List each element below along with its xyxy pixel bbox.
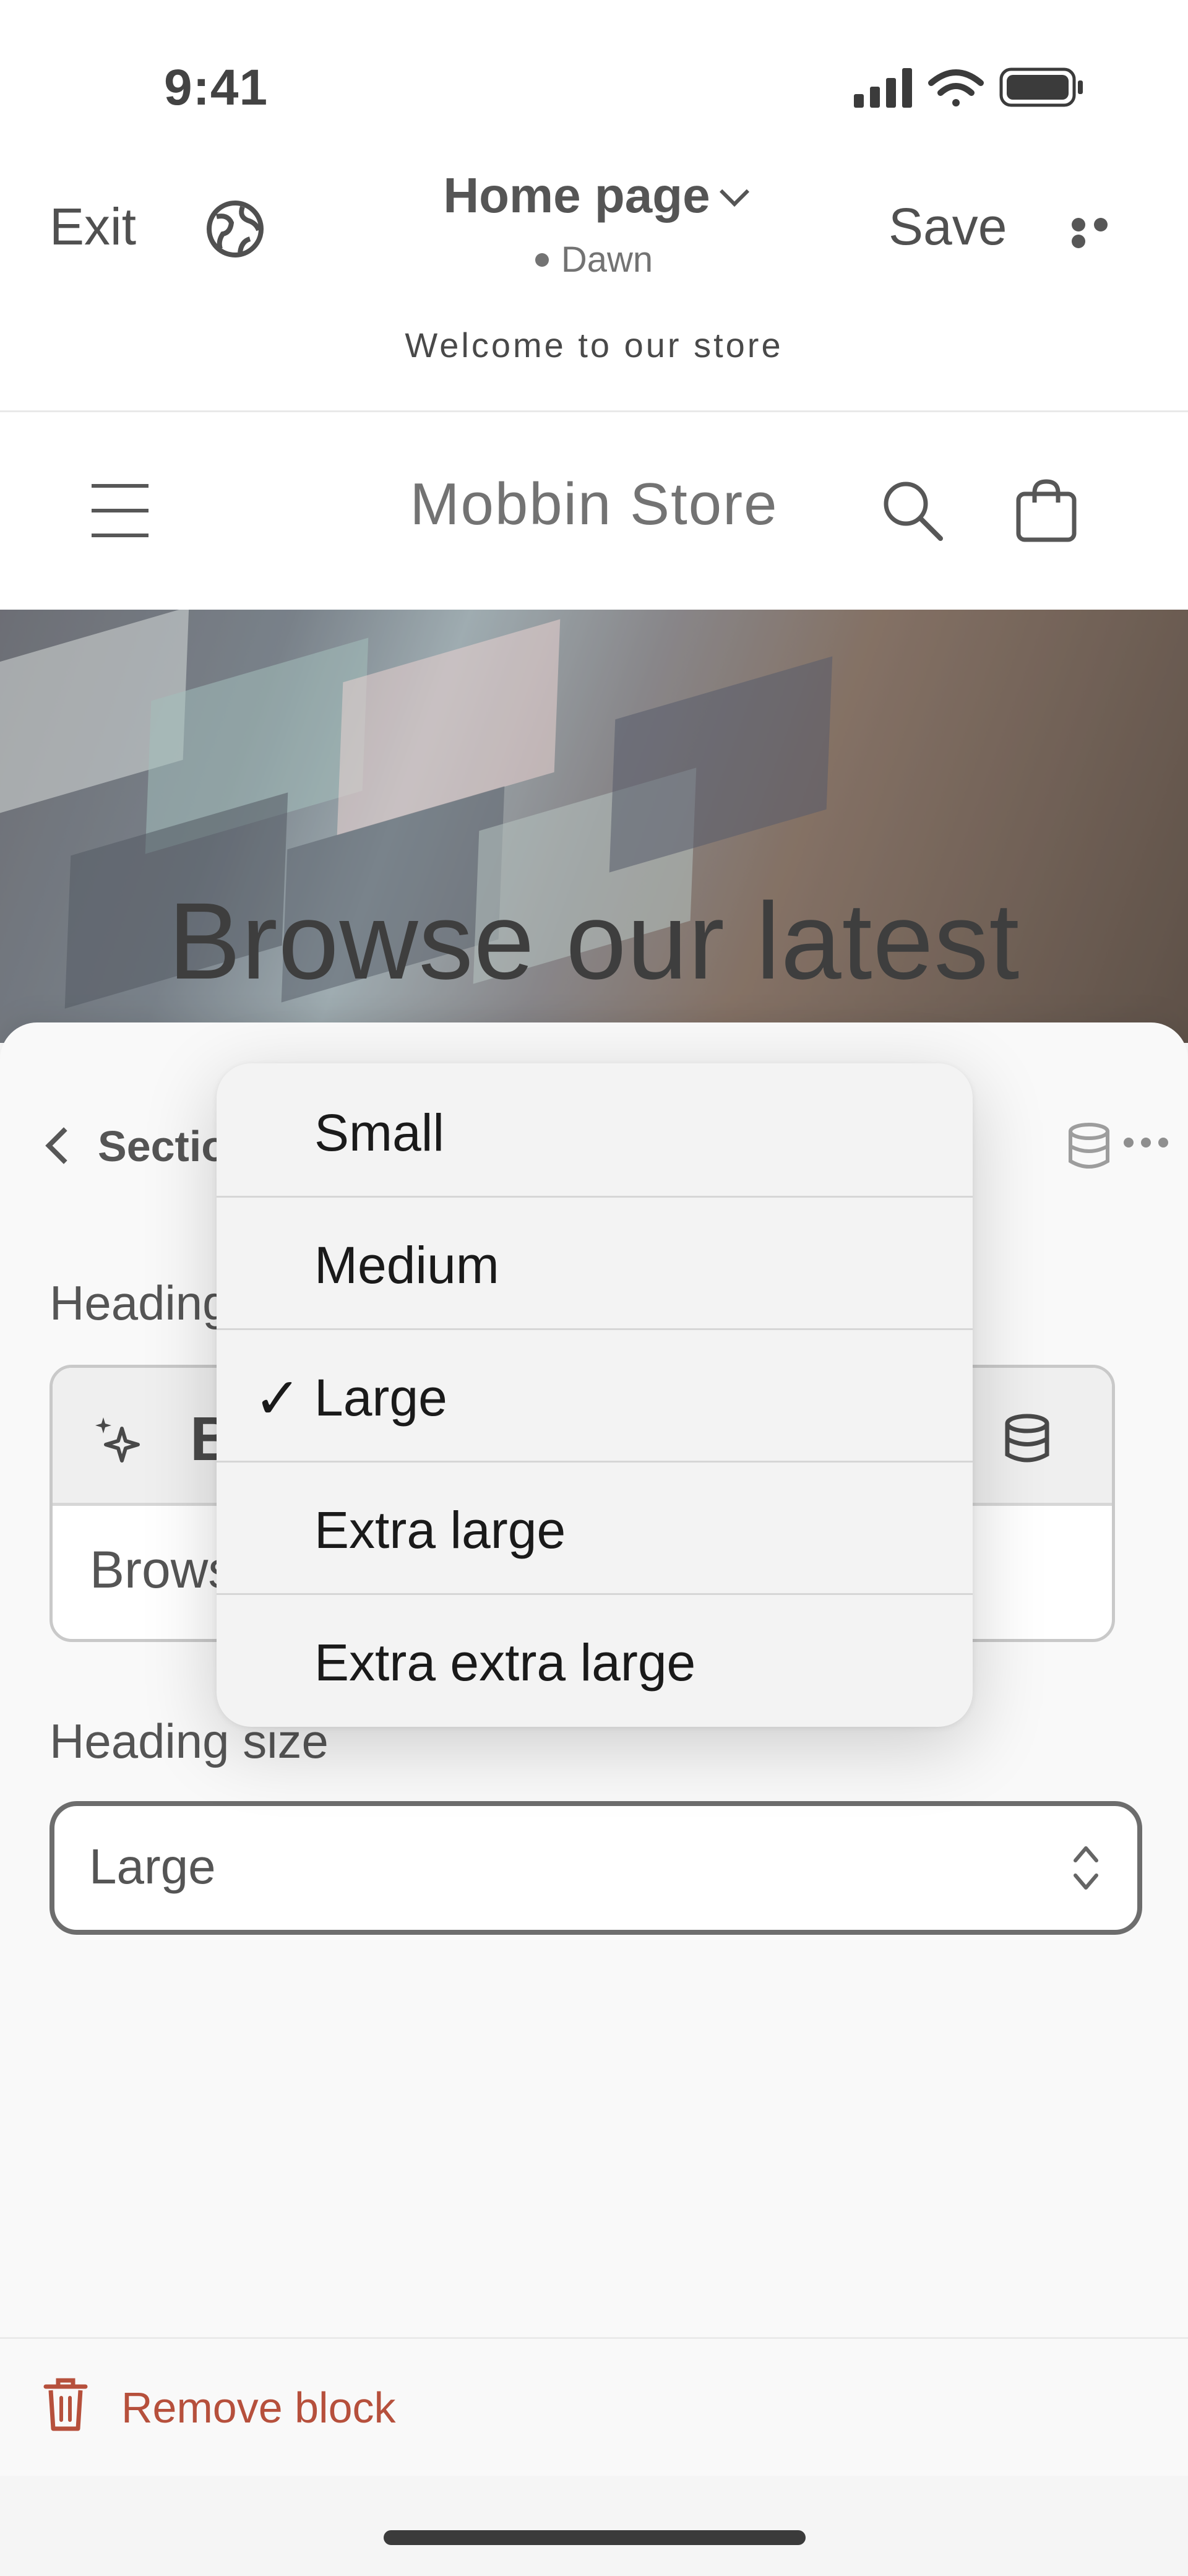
back-to-sections-button[interactable]: Sectio <box>98 1122 228 1171</box>
divider <box>0 410 1188 412</box>
status-icons <box>854 67 1083 108</box>
dynamic-source-icon[interactable] <box>999 1411 1055 1467</box>
globe-icon[interactable] <box>204 198 266 260</box>
menu-option-label: Extra extra large <box>314 1633 696 1692</box>
heading-size-dropdown: Small Medium ✓ Large Extra large Extra e… <box>217 1063 973 1727</box>
menu-option-label: Extra large <box>314 1501 566 1559</box>
wifi-icon <box>928 69 984 106</box>
remove-block-button[interactable]: Remove block <box>121 2383 396 2432</box>
heading-size-select[interactable]: Large <box>50 1801 1142 1935</box>
menu-option-label: Small <box>314 1104 445 1162</box>
theme-status-dot <box>535 253 549 267</box>
menu-option-large[interactable]: ✓ Large <box>217 1328 973 1463</box>
cart-icon[interactable] <box>1012 477 1080 545</box>
announcement-bar: Welcome to our store <box>405 326 783 365</box>
battery-icon <box>999 67 1083 107</box>
trash-icon[interactable] <box>43 2377 88 2432</box>
database-icon[interactable] <box>1064 1122 1114 1171</box>
bottom-safe-area <box>0 2476 1188 2576</box>
home-indicator <box>384 2530 806 2545</box>
heading-text-value[interactable]: Brows <box>90 1540 234 1600</box>
page-title: Home page <box>443 168 710 223</box>
chevron-down-icon <box>719 176 749 207</box>
menu-option-small[interactable]: Small <box>217 1063 973 1198</box>
more-options-icon[interactable] <box>1072 218 1134 248</box>
page-selector[interactable]: Home page Dawn <box>346 167 842 280</box>
menu-option-label: Large <box>314 1368 447 1427</box>
theme-name: Dawn <box>561 240 653 280</box>
store-name: Mobbin Store <box>410 471 778 537</box>
hero-heading: Browse our latest <box>168 881 1020 1002</box>
search-icon[interactable] <box>879 477 947 545</box>
heading-size-value: Large <box>89 1839 216 1894</box>
checkmark-icon: ✓ <box>254 1365 302 1432</box>
footer-divider <box>0 2337 1188 2339</box>
save-button[interactable]: Save <box>889 197 1007 257</box>
sparkle-icon[interactable] <box>91 1411 147 1467</box>
exit-button[interactable]: Exit <box>50 197 136 257</box>
sheet-more-icon[interactable] <box>1124 1138 1176 1151</box>
select-arrows-icon <box>1074 1846 1098 1890</box>
menu-option-extra-large[interactable]: Extra large <box>217 1461 973 1595</box>
menu-option-extra-extra-large[interactable]: Extra extra large <box>217 1593 973 1726</box>
signal-icon <box>854 68 912 108</box>
menu-option-label: Medium <box>314 1236 499 1294</box>
menu-option-medium[interactable]: Medium <box>217 1196 973 1330</box>
heading-label: Heading <box>50 1276 230 1330</box>
status-time: 9:41 <box>164 59 269 116</box>
